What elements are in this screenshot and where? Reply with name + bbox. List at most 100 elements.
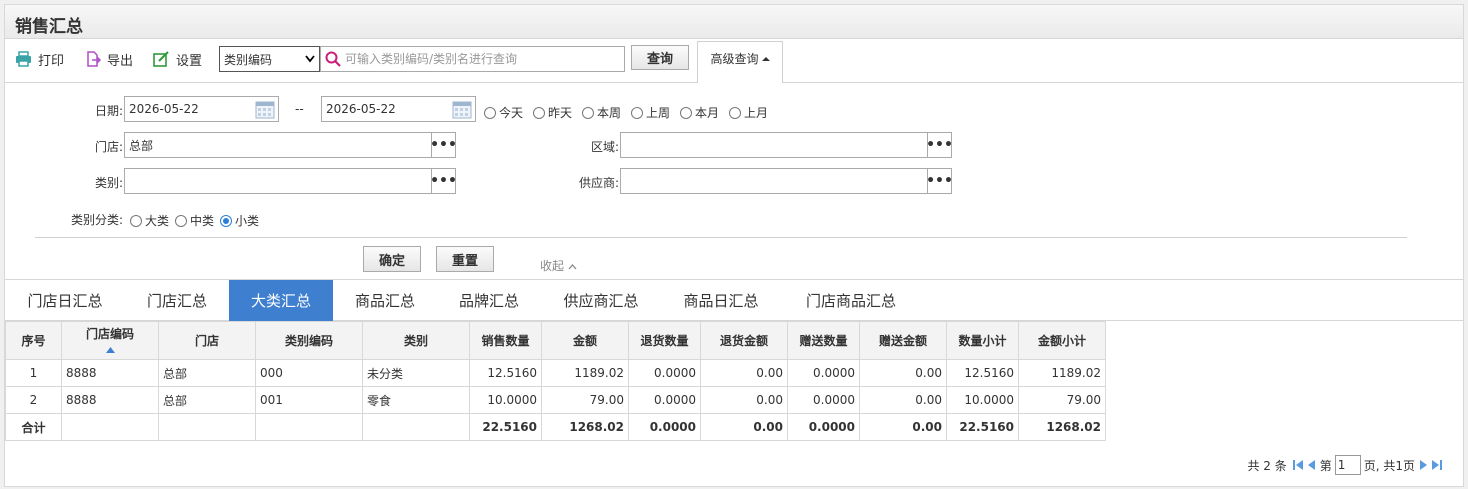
area-input[interactable]: •••	[620, 132, 953, 158]
radio-circle	[533, 106, 545, 119]
print-button[interactable]: 打印	[15, 49, 64, 69]
table-header-row: 序号 门店编码 门店 类别编码 类别 销售数量 金额 退货数量 退货金额 赠送数…	[5, 321, 1106, 360]
table-cell: 0.00	[859, 413, 947, 441]
radio-circle	[484, 106, 496, 119]
radio-circle	[680, 106, 692, 119]
settings-label: 设置	[176, 53, 203, 69]
advanced-query-tab[interactable]: 高级查询	[697, 41, 783, 83]
field-select-value: 类别编码	[224, 52, 273, 67]
page-number-input[interactable]: 1	[1334, 455, 1361, 475]
table-cell: 79.00	[541, 386, 629, 414]
collapse-toggle[interactable]: 收起	[540, 257, 577, 274]
confirm-button[interactable]: 确定	[363, 246, 421, 272]
radio-minor-class[interactable]: 小类	[220, 212, 259, 229]
radio-major-class[interactable]: 大类	[130, 212, 169, 229]
supplier-input[interactable]: •••	[620, 168, 953, 194]
reset-button[interactable]: 重置	[436, 246, 494, 272]
table-cell: 0.0000	[787, 413, 860, 441]
tab-brand-summary[interactable]: 品牌汇总	[437, 280, 541, 321]
radio-last-month[interactable]: 上月	[729, 104, 768, 121]
supplier-label: 供应商:	[578, 176, 619, 190]
export-label: 导出	[107, 53, 134, 69]
radio-this-month[interactable]: 本月	[680, 104, 719, 121]
table-cell: 0.0000	[628, 386, 701, 414]
date-separator: --	[295, 102, 304, 116]
col-header[interactable]: 类别	[362, 321, 470, 360]
table-cell: 22.5160	[469, 413, 542, 441]
table-row[interactable]: 1 8888 总部 000 未分类 12.5160 1189.02 0.0000…	[5, 359, 1106, 387]
col-header[interactable]: 赠送金额	[859, 321, 947, 360]
category-input[interactable]: •••	[124, 168, 457, 194]
collapse-label: 收起	[540, 259, 565, 273]
next-page-icon[interactable]	[1419, 459, 1428, 471]
export-button[interactable]: 导出	[85, 49, 133, 69]
radio-last-week[interactable]: 上周	[631, 104, 670, 121]
radio-label: 上月	[744, 106, 769, 120]
report-tabs: 门店日汇总 门店汇总 大类汇总 商品汇总 品牌汇总 供应商汇总 商品日汇总 门店…	[5, 279, 1463, 321]
col-header-store-code[interactable]: 门店编码	[61, 321, 159, 360]
store-picker-button[interactable]: •••	[430, 133, 457, 157]
date-label: 日期:	[94, 104, 123, 118]
category-picker-button[interactable]: •••	[430, 169, 457, 193]
table-cell: 1268.02	[541, 413, 629, 441]
first-page-icon[interactable]	[1292, 459, 1304, 471]
page-suffix: 页, 共1页	[1363, 458, 1415, 473]
query-button[interactable]: 查询	[631, 45, 689, 70]
tab-store-product-summary[interactable]: 门店商品汇总	[781, 280, 921, 321]
settings-button[interactable]: 设置	[153, 49, 202, 69]
page-title: 销售汇总	[15, 17, 83, 37]
date-from-input[interactable]: 2026-05-22	[124, 96, 279, 122]
tab-major-class-summary[interactable]: 大类汇总	[229, 280, 333, 321]
col-header[interactable]: 退货金额	[700, 321, 788, 360]
col-header[interactable]: 金额	[541, 321, 629, 360]
area-label: 区域:	[590, 140, 619, 154]
table-cell: 1	[5, 359, 62, 387]
store-input[interactable]: 总部 •••	[124, 132, 457, 158]
col-header[interactable]: 赠送数量	[787, 321, 860, 360]
date-to-input[interactable]: 2026-05-22	[321, 96, 476, 122]
col-header[interactable]: 类别编码	[255, 321, 363, 360]
last-page-icon[interactable]	[1431, 459, 1443, 471]
table-cell: 10.0000	[469, 386, 542, 414]
prev-page-icon[interactable]	[1307, 459, 1316, 471]
radio-label: 中类	[190, 214, 215, 228]
printer-icon	[16, 51, 31, 67]
col-header[interactable]: 销售数量	[469, 321, 542, 360]
radio-today[interactable]: 今天	[484, 104, 523, 121]
table-cell: 1189.02	[1018, 359, 1106, 387]
tab-store-daily[interactable]: 门店日汇总	[5, 280, 125, 321]
search-input[interactable]	[345, 52, 615, 66]
calendar-icon[interactable]	[452, 100, 472, 119]
table-row[interactable]: 2 8888 总部 001 零食 10.0000 79.00 0.0000 0.…	[5, 386, 1106, 414]
col-header[interactable]: 序号	[5, 321, 62, 360]
calendar-icon[interactable]	[255, 100, 275, 119]
tab-store-summary[interactable]: 门店汇总	[125, 280, 229, 321]
search-box	[320, 46, 625, 72]
table-cell: 8888	[61, 386, 159, 414]
radio-middle-class[interactable]: 中类	[175, 212, 214, 229]
col-header[interactable]: 金额小计	[1018, 321, 1106, 360]
page: 销售汇总 打印 导出 设置 类别编码 查询 高级查询 日期: 202	[4, 4, 1464, 487]
radio-label: 大类	[145, 214, 170, 228]
toolbar: 打印 导出 设置 类别编码 查询 高级查询	[5, 39, 1463, 83]
radio-yesterday[interactable]: 昨天	[533, 104, 572, 121]
area-picker-button[interactable]: •••	[926, 133, 953, 157]
radio-circle-checked	[220, 214, 232, 227]
col-header[interactable]: 门店	[158, 321, 256, 360]
table-cell: 未分类	[362, 359, 470, 387]
col-header-label: 门店编码	[85, 327, 134, 341]
field-select[interactable]: 类别编码	[219, 46, 320, 72]
export-icon	[87, 51, 101, 67]
store-value: 总部	[129, 138, 154, 153]
supplier-picker-button[interactable]: •••	[926, 169, 953, 193]
radio-label: 今天	[499, 106, 524, 120]
table-cell	[362, 413, 470, 441]
tab-product-daily[interactable]: 商品日汇总	[661, 280, 781, 321]
col-header[interactable]: 退货数量	[628, 321, 701, 360]
tab-supplier-summary[interactable]: 供应商汇总	[541, 280, 661, 321]
table-cell: 0.00	[700, 413, 788, 441]
col-header[interactable]: 数量小计	[946, 321, 1019, 360]
sort-asc-icon	[105, 347, 115, 353]
tab-product-summary[interactable]: 商品汇总	[333, 280, 437, 321]
radio-this-week[interactable]: 本周	[582, 104, 621, 121]
